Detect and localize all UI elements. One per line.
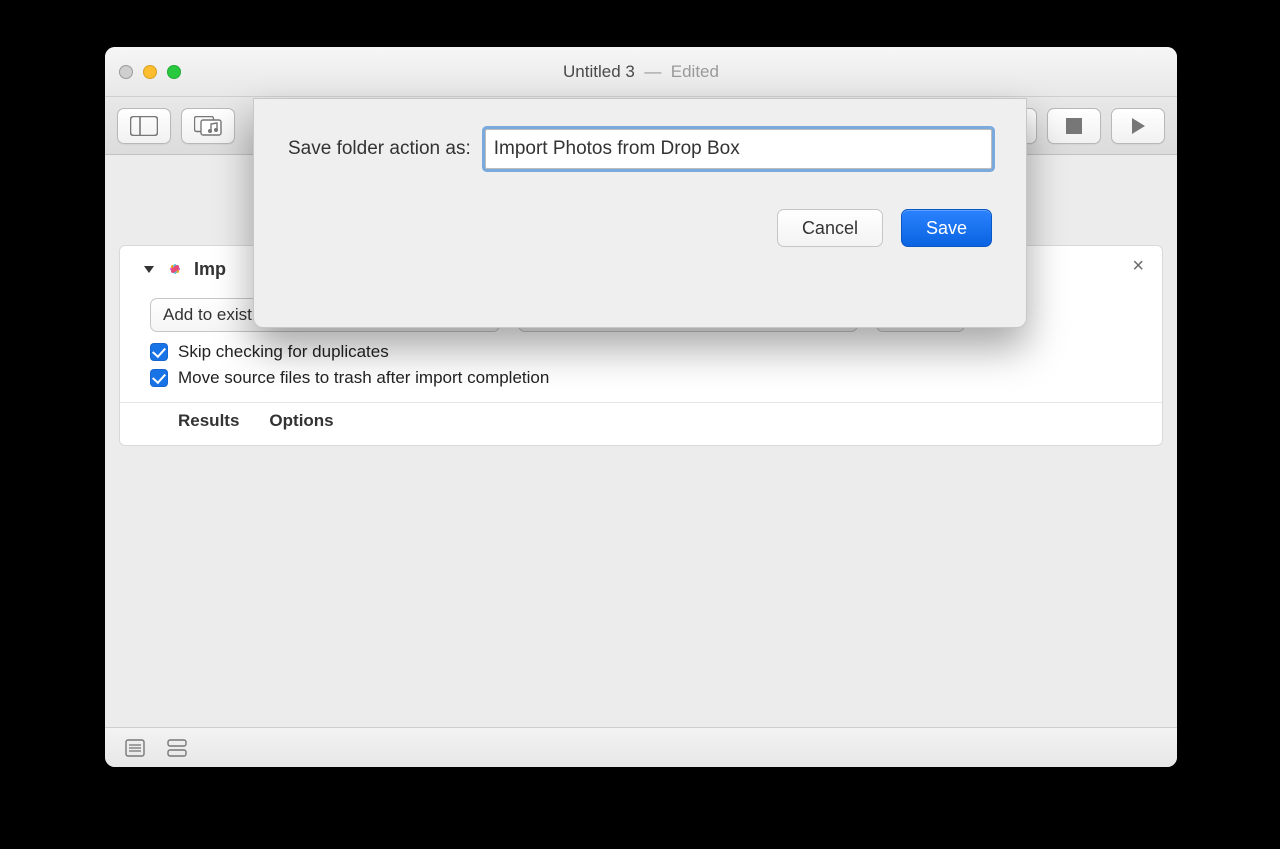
toggle-media-button[interactable] — [181, 108, 235, 144]
cancel-button[interactable]: Cancel — [777, 209, 883, 247]
save-button-label: Save — [926, 218, 967, 239]
document-status: Edited — [671, 62, 719, 81]
save-button[interactable]: Save — [901, 209, 992, 247]
disclosure-triangle[interactable] — [142, 262, 156, 276]
status-bar — [105, 727, 1177, 767]
variables-view-icon[interactable] — [167, 739, 187, 757]
document-name: Untitled 3 — [563, 62, 635, 81]
skip-duplicates-label: Skip checking for duplicates — [178, 342, 389, 362]
close-window-button[interactable] — [119, 65, 133, 79]
remove-action-button[interactable]: × — [1132, 256, 1144, 276]
save-name-input[interactable] — [485, 129, 992, 169]
window-title: Untitled 3 — Edited — [105, 62, 1177, 82]
action-title: Imp — [194, 259, 226, 280]
automator-window: Untitled 3 — Edited — [105, 47, 1177, 767]
zoom-window-button[interactable] — [167, 65, 181, 79]
results-tab[interactable]: Results — [178, 411, 239, 431]
photos-app-icon — [164, 258, 186, 280]
window-controls — [119, 65, 181, 79]
options-tab[interactable]: Options — [269, 411, 333, 431]
cancel-label: Cancel — [802, 218, 858, 239]
minimize-window-button[interactable] — [143, 65, 157, 79]
save-sheet: Save folder action as: Cancel Save — [253, 98, 1027, 328]
skip-duplicates-checkbox[interactable] — [150, 343, 168, 361]
log-view-icon[interactable] — [125, 739, 145, 757]
move-to-trash-checkbox[interactable] — [150, 369, 168, 387]
move-to-trash-label: Move source files to trash after import … — [178, 368, 549, 388]
save-label: Save folder action as: — [288, 138, 471, 160]
toggle-library-button[interactable] — [117, 108, 171, 144]
stop-button[interactable] — [1047, 108, 1101, 144]
titlebar: Untitled 3 — Edited — [105, 47, 1177, 97]
run-button[interactable] — [1111, 108, 1165, 144]
